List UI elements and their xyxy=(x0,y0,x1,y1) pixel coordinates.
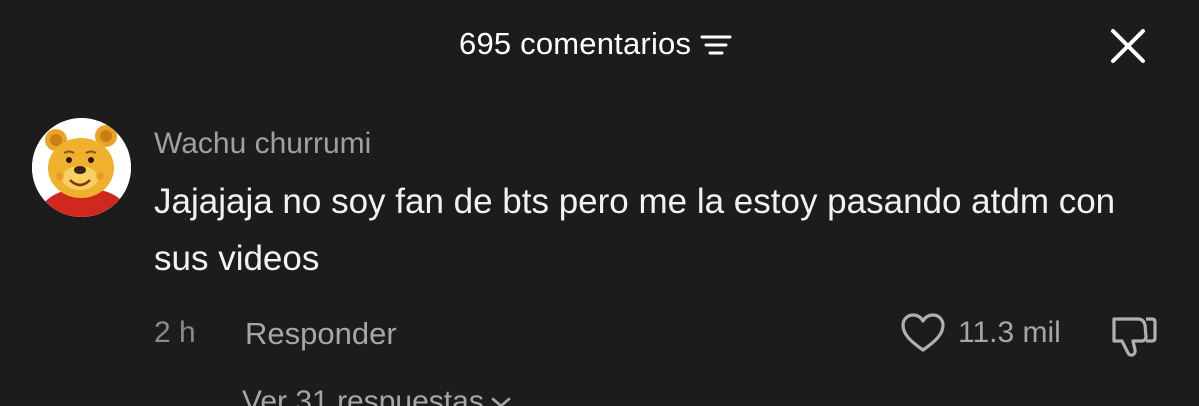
comment-username[interactable]: Wachu churrumi xyxy=(154,118,1164,170)
comments-panel: 695 comentarios Wachu churrumi Jajajaja … xyxy=(0,0,1199,406)
thumbs-down-icon xyxy=(1112,317,1157,357)
sort-comments-button[interactable]: 695 comentarios xyxy=(459,26,733,62)
avatar[interactable] xyxy=(32,118,131,217)
comment-text: Jajajaja no soy fan de bts pero me la es… xyxy=(154,182,1116,278)
like-button[interactable]: 11.3 mil xyxy=(900,312,1061,354)
comment-timestamp: 2 h xyxy=(154,316,196,349)
dislike-button[interactable] xyxy=(1108,313,1158,359)
like-count: 11.3 mil xyxy=(958,316,1061,349)
view-replies-label: Ver 31 respuestas xyxy=(242,385,484,406)
comment-body: Wachu churrumi Jajajaja no soy fan de bt… xyxy=(154,118,1164,287)
close-icon xyxy=(1111,29,1145,63)
winnie-the-pooh-avatar xyxy=(32,118,131,217)
heart-outline-icon xyxy=(901,313,945,352)
view-replies-row: Ver 31 respuestas xyxy=(154,382,514,406)
comment-actions: 2 h Responder 11.3 mil xyxy=(154,312,1164,359)
close-button[interactable] xyxy=(1108,26,1148,66)
chevron-down-icon xyxy=(491,397,511,406)
filter-lines-icon xyxy=(699,29,733,59)
comment-count: 695 comentarios xyxy=(459,26,692,61)
view-replies-button[interactable]: Ver 31 respuestas xyxy=(242,385,514,406)
reply-button[interactable]: Responder xyxy=(245,316,397,352)
comments-header: 695 comentarios xyxy=(0,22,1199,70)
